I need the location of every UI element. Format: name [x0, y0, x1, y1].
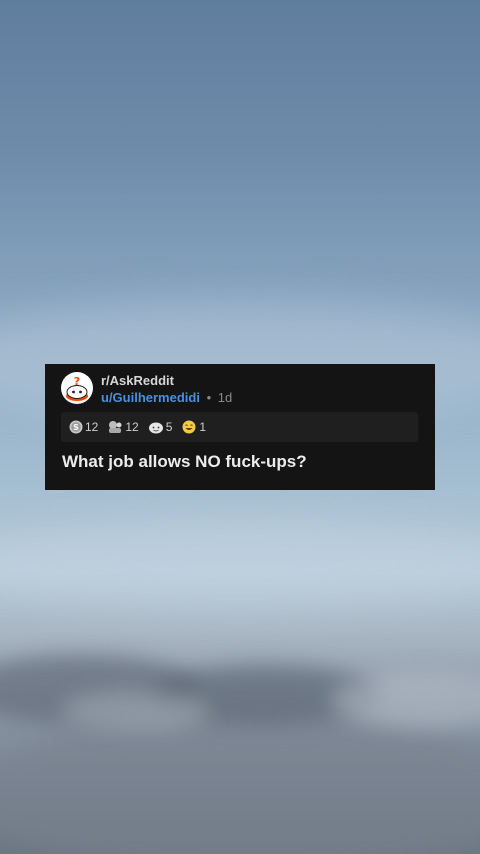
- reddit-post-card[interactable]: ? r/AskReddit u/Guilhermedidi • 1d S 12 …: [45, 364, 435, 490]
- subreddit-name[interactable]: r/AskReddit: [101, 373, 232, 389]
- laughing-award-icon: [181, 420, 197, 434]
- author-row: u/Guilhermedidi • 1d: [101, 390, 232, 406]
- award-wholesome[interactable]: 5: [148, 420, 173, 434]
- meta-separator: •: [206, 390, 212, 405]
- award-count: 5: [165, 420, 173, 434]
- svg-text:?: ?: [74, 375, 80, 388]
- silver-award-icon: S: [69, 420, 83, 434]
- awards-row[interactable]: S 12 12 5 1: [61, 412, 418, 442]
- cloud: [0, 715, 480, 854]
- sky-background: ? r/AskReddit u/Guilhermedidi • 1d S 12 …: [0, 0, 480, 854]
- award-count: 12: [125, 420, 139, 434]
- helpful-award-icon: [107, 420, 123, 434]
- award-silver[interactable]: S 12: [69, 420, 98, 434]
- svg-text:S: S: [73, 423, 79, 432]
- author-username[interactable]: u/Guilhermedidi: [101, 390, 200, 405]
- sky-haze: [0, 520, 480, 610]
- askreddit-avatar-icon[interactable]: ?: [61, 372, 93, 404]
- wholesome-award-icon: [148, 420, 164, 434]
- award-count: 1: [199, 420, 207, 434]
- award-count: 12: [85, 420, 99, 434]
- post-meta: r/AskReddit u/Guilhermedidi • 1d: [101, 373, 232, 406]
- post-age: 1d: [217, 390, 233, 405]
- award-helpful[interactable]: 12: [107, 420, 139, 434]
- post-title[interactable]: What job allows NO fuck-ups?: [62, 452, 307, 472]
- cloud: [60, 690, 210, 730]
- award-laughing[interactable]: 1: [181, 420, 206, 434]
